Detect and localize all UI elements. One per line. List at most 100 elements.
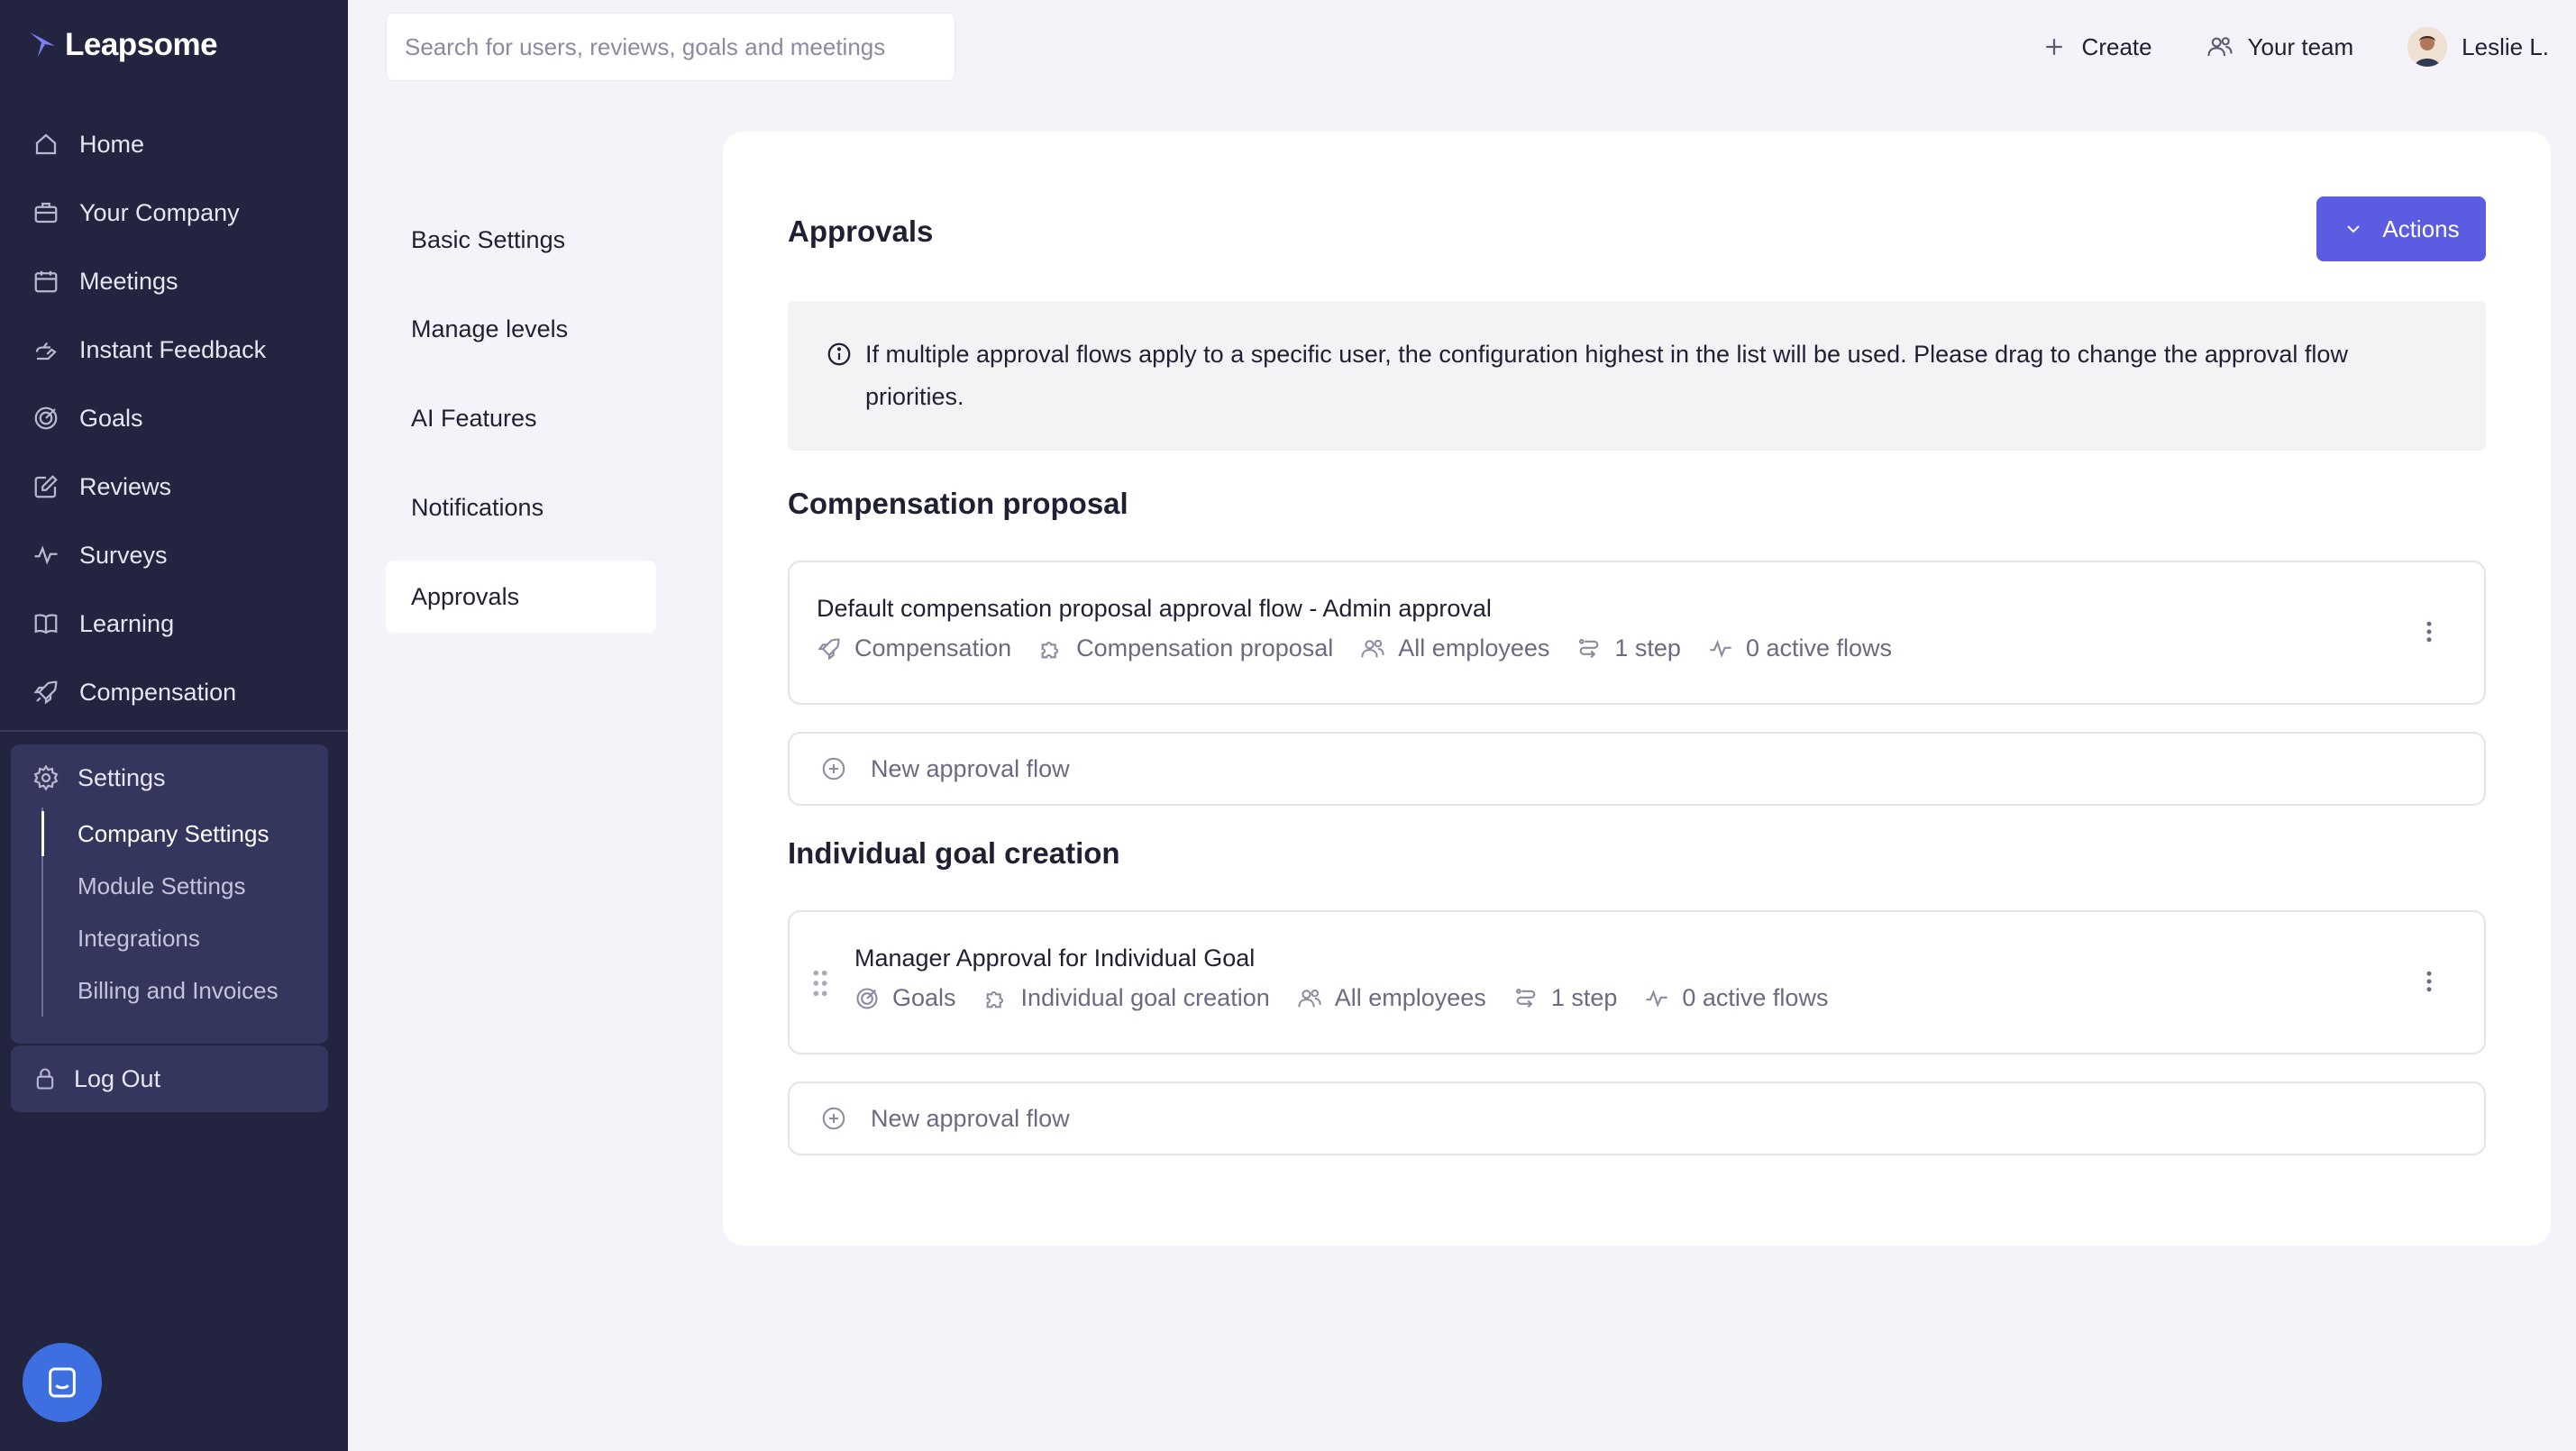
subnav-approvals[interactable]: Approvals: [386, 561, 656, 633]
sidebar-item-compensation[interactable]: Compensation: [0, 658, 348, 726]
sidebar-item-label: Reviews: [79, 472, 172, 500]
more-options-icon[interactable]: [2416, 968, 2443, 995]
rocket-icon: [33, 680, 58, 705]
sidebar-item-goals[interactable]: Goals: [0, 384, 348, 452]
new-flow-label: New approval flow: [871, 754, 1070, 782]
settings-label: Settings: [78, 763, 166, 791]
subnav-ai-features[interactable]: AI Features: [386, 382, 656, 454]
pulse-icon: [34, 545, 58, 565]
top-actions: Create Your team Leslie L.: [2041, 20, 2549, 74]
approvals-card: Approvals Actions If multiple approval f…: [723, 132, 2551, 1246]
sidebar-item-label: Learning: [79, 609, 175, 637]
meta-type: Compensation proposal: [1038, 634, 1333, 662]
drag-handle-icon[interactable]: [811, 968, 829, 999]
feedback-icon: [35, 342, 57, 360]
app-logo[interactable]: Leapsome: [27, 27, 218, 63]
sidebar-item-label: Surveys: [79, 541, 168, 569]
company-icon: [34, 202, 58, 224]
subnav-notifications[interactable]: Notifications: [386, 471, 656, 543]
team-icon: [2207, 37, 2233, 57]
active-indicator: [41, 811, 44, 856]
actions-button[interactable]: Actions: [2316, 196, 2486, 261]
meta-active-label: 0 active flows: [1682, 984, 1829, 1011]
info-banner: If multiple approval flows apply to a sp…: [788, 301, 2486, 451]
pulse-icon: [1710, 639, 1731, 658]
meta-steps-label: 1 step: [1614, 634, 1681, 662]
rocket-icon: [818, 637, 840, 661]
your-team-button[interactable]: Your team: [2206, 32, 2354, 61]
more-options-icon[interactable]: [2416, 618, 2443, 645]
meta-active: 0 active flows: [1644, 984, 1828, 1012]
plus-circle-icon: [822, 757, 845, 780]
meta-audience-label: All employees: [1334, 984, 1486, 1011]
edit-icon: [34, 475, 58, 498]
sidebar-item-reviews[interactable]: Reviews: [0, 452, 348, 521]
sidebar-divider: [0, 730, 348, 732]
sidebar-subitem-integrations[interactable]: Integrations: [43, 912, 312, 964]
book-icon: [34, 614, 58, 634]
new-approval-flow-button[interactable]: New approval flow: [788, 732, 2486, 806]
team-icon: [1298, 989, 1321, 1007]
chat-icon: [49, 1367, 76, 1398]
subnav-basic-settings[interactable]: Basic Settings: [386, 204, 656, 276]
puzzle-icon: [1041, 641, 1059, 658]
meta-audience: All employees: [1360, 634, 1549, 662]
flow-name: Manager Approval for Individual Goal: [854, 945, 1256, 972]
section-title-compensation: Compensation proposal: [788, 487, 1128, 520]
meta-module: Compensation: [817, 634, 1011, 662]
info-icon: [827, 342, 851, 366]
meta-active: 0 active flows: [1708, 634, 1892, 662]
user-name: Leslie L.: [2462, 32, 2549, 60]
meta-steps: 1 step: [1576, 634, 1681, 662]
sidebar-item-home[interactable]: Home: [0, 110, 348, 178]
section-title-individual-goal: Individual goal creation: [788, 836, 1120, 870]
sidebar-subitem-company-settings[interactable]: Company Settings: [43, 808, 312, 860]
avatar: [2407, 27, 2448, 67]
sidebar-item-surveys[interactable]: Surveys: [0, 521, 348, 589]
settings-sub-list: Company Settings Module Settings Integra…: [41, 808, 312, 1017]
puzzle-icon: [986, 990, 1003, 1008]
steps-icon: [1515, 988, 1536, 1008]
sidebar-subitem-billing[interactable]: Billing and Invoices: [43, 964, 312, 1017]
page-title: Approvals: [788, 214, 934, 248]
flow-meta: Compensation Compensation proposal All e…: [817, 634, 1919, 662]
your-team-label: Your team: [2247, 32, 2354, 60]
lock-icon: [36, 1068, 54, 1090]
app-name: Leapsome: [65, 27, 218, 62]
goals-icon: [34, 406, 58, 430]
sidebar-subitem-module-settings[interactable]: Module Settings: [43, 860, 312, 912]
leapsome-logo-icon: [30, 32, 55, 57]
flow-meta: Goals Individual goal creation All emplo…: [854, 984, 1855, 1012]
sidebar-item-label: Compensation: [79, 678, 237, 706]
new-approval-flow-button[interactable]: New approval flow: [788, 1081, 2486, 1155]
create-button[interactable]: Create: [2041, 33, 2152, 61]
sidebar-item-meetings[interactable]: Meetings: [0, 247, 348, 315]
meta-module-label: Compensation: [854, 634, 1012, 662]
meta-steps-label: 1 step: [1550, 984, 1618, 1011]
sidebar-item-instant-feedback[interactable]: Instant Feedback: [0, 315, 348, 384]
sidebar-item-learning[interactable]: Learning: [0, 589, 348, 658]
sidebar: Leapsome Home Your Company Meetings Inst…: [0, 0, 348, 1451]
flow-name: Default compensation proposal approval f…: [817, 595, 1492, 622]
sidebar-item-label: Instant Feedback: [79, 335, 267, 363]
sidebar-item-label: Goals: [79, 404, 143, 432]
plus-circle-icon: [822, 1107, 845, 1130]
steps-icon: [1579, 638, 1599, 658]
logout-button[interactable]: Log Out: [11, 1045, 328, 1112]
user-menu[interactable]: Leslie L.: [2407, 27, 2549, 67]
actions-label: Actions: [2382, 214, 2460, 242]
logout-label: Log Out: [74, 1064, 161, 1092]
approval-flow-card[interactable]: Default compensation proposal approval f…: [788, 561, 2486, 705]
main-nav: Home Your Company Meetings Instant Feedb…: [0, 110, 348, 726]
chevron-down-icon: [2347, 225, 2361, 233]
sidebar-item-label: Meetings: [79, 267, 178, 295]
meta-type-label: Individual goal creation: [1020, 984, 1270, 1011]
home-icon: [35, 133, 57, 155]
chat-support-button[interactable]: [23, 1343, 102, 1422]
sidebar-item-your-company[interactable]: Your Company: [0, 178, 348, 247]
meta-type-label: Compensation proposal: [1076, 634, 1334, 662]
approval-flow-card[interactable]: Manager Approval for Individual Goal Goa…: [788, 910, 2486, 1054]
sidebar-item-settings[interactable]: Settings: [11, 744, 328, 811]
search-input[interactable]: [386, 13, 955, 81]
subnav-manage-levels[interactable]: Manage levels: [386, 293, 656, 365]
